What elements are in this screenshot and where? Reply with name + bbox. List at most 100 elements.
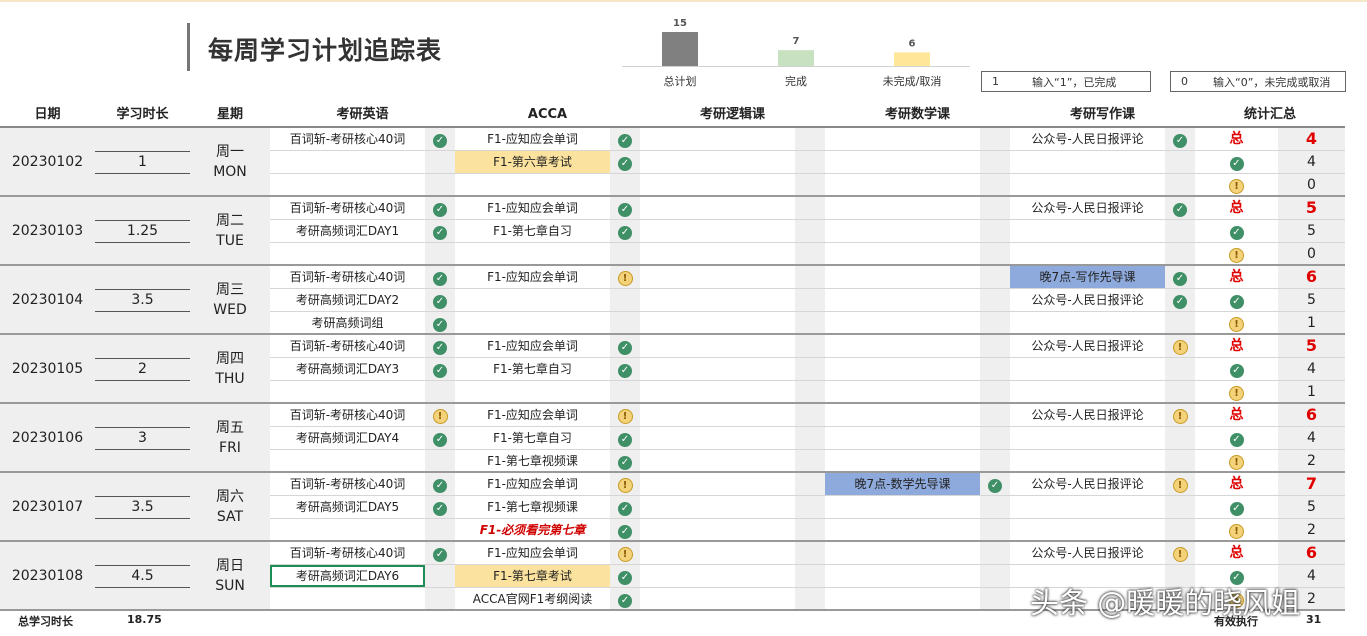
math-status-cell[interactable] [980,174,1010,196]
math-task-cell[interactable] [825,266,980,288]
math-task-cell[interactable] [825,427,980,449]
logic-task-cell[interactable] [640,358,795,380]
writing-status-cell[interactable] [1165,312,1195,334]
acca-status-cell[interactable]: ✓ [610,335,640,357]
writing-status-cell[interactable] [1165,427,1195,449]
writing-task-cell[interactable] [1010,450,1165,472]
writing-status-cell[interactable]: ! [1165,404,1195,426]
writing-task-cell[interactable] [1010,519,1165,541]
math-task-cell[interactable] [825,243,980,265]
logic-status-cell[interactable] [795,128,825,150]
writing-status-cell[interactable] [1165,174,1195,196]
math-task-cell[interactable] [825,358,980,380]
math-status-cell[interactable]: ✓ [980,473,1010,495]
logic-status-cell[interactable] [795,151,825,173]
math-status-cell[interactable] [980,197,1010,219]
english-status-cell[interactable]: ✓ [425,335,455,357]
english-status-cell[interactable]: ✓ [425,542,455,564]
math-status-cell[interactable] [980,381,1010,403]
acca-task-cell[interactable]: F1-应知应会单词 [455,404,610,426]
writing-task-cell[interactable]: 公众号-人民日报评论 [1010,473,1165,495]
writing-status-cell[interactable] [1165,358,1195,380]
writing-task-cell[interactable]: 公众号-人民日报评论 [1010,128,1165,150]
math-status-cell[interactable] [980,312,1010,334]
writing-task-cell[interactable]: 晚7点-写作先导课 [1010,266,1165,288]
math-task-cell[interactable] [825,128,980,150]
math-task-cell[interactable] [825,404,980,426]
math-status-cell[interactable] [980,588,1010,610]
acca-status-cell[interactable]: ! [610,542,640,564]
writing-status-cell[interactable] [1165,496,1195,518]
logic-task-cell[interactable] [640,542,795,564]
logic-task-cell[interactable] [640,266,795,288]
writing-status-cell[interactable] [1165,151,1195,173]
acca-status-cell[interactable] [610,289,640,311]
english-task-cell[interactable] [270,381,425,403]
writing-task-cell[interactable] [1010,358,1165,380]
acca-task-cell[interactable]: F1-应知应会单词 [455,128,610,150]
math-status-cell[interactable] [980,404,1010,426]
english-task-cell[interactable]: 百词斩-考研核心40词 [270,335,425,357]
hours-cell[interactable]: 3 [95,427,190,450]
logic-task-cell[interactable] [640,450,795,472]
acca-status-cell[interactable]: ! [610,404,640,426]
acca-task-cell[interactable] [455,174,610,196]
logic-status-cell[interactable] [795,289,825,311]
math-task-cell[interactable] [825,588,980,610]
acca-task-cell[interactable]: F1-第七章自习 [455,358,610,380]
acca-status-cell[interactable]: ! [610,266,640,288]
logic-status-cell[interactable] [795,243,825,265]
acca-task-cell[interactable]: F1-第七章视频课 [455,450,610,472]
english-status-cell[interactable]: ✓ [425,496,455,518]
hours-cell[interactable]: 1 [95,151,190,174]
writing-task-cell[interactable]: 公众号-人民日报评论 [1010,404,1165,426]
writing-status-cell[interactable] [1165,243,1195,265]
writing-status-cell[interactable]: ✓ [1165,266,1195,288]
writing-status-cell[interactable] [1165,220,1195,242]
english-status-cell[interactable] [425,450,455,472]
acca-status-cell[interactable] [610,243,640,265]
english-status-cell[interactable] [425,565,455,587]
logic-task-cell[interactable] [640,427,795,449]
hours-cell[interactable]: 3.5 [95,289,190,312]
writing-task-cell[interactable] [1010,312,1165,334]
logic-status-cell[interactable] [795,335,825,357]
logic-task-cell[interactable] [640,588,795,610]
math-task-cell[interactable] [825,519,980,541]
writing-status-cell[interactable] [1165,519,1195,541]
acca-status-cell[interactable]: ✓ [610,358,640,380]
logic-task-cell[interactable] [640,404,795,426]
acca-status-cell[interactable]: ✓ [610,450,640,472]
logic-status-cell[interactable] [795,565,825,587]
english-task-cell[interactable] [270,588,425,610]
logic-task-cell[interactable] [640,335,795,357]
math-status-cell[interactable] [980,519,1010,541]
acca-status-cell[interactable] [610,381,640,403]
acca-status-cell[interactable]: ✓ [610,427,640,449]
english-status-cell[interactable] [425,519,455,541]
english-task-cell[interactable] [270,450,425,472]
hours-cell[interactable]: 1.25 [95,220,190,243]
english-status-cell[interactable]: ✓ [425,358,455,380]
english-task-cell[interactable]: 百词斩-考研核心40词 [270,542,425,564]
acca-status-cell[interactable]: ✓ [610,151,640,173]
acca-status-cell[interactable]: ! [610,473,640,495]
acca-task-cell[interactable] [455,243,610,265]
acca-task-cell[interactable]: F1-应知应会单词 [455,266,610,288]
acca-task-cell[interactable]: F1-应知应会单词 [455,197,610,219]
logic-status-cell[interactable] [795,519,825,541]
english-status-cell[interactable]: ! [425,404,455,426]
acca-status-cell[interactable]: ✓ [610,197,640,219]
acca-task-cell[interactable]: F1-第七章考试 [455,565,610,587]
math-status-cell[interactable] [980,335,1010,357]
english-status-cell[interactable]: ✓ [425,128,455,150]
english-status-cell[interactable] [425,243,455,265]
english-task-cell[interactable] [270,243,425,265]
math-status-cell[interactable] [980,220,1010,242]
math-status-cell[interactable] [980,151,1010,173]
writing-task-cell[interactable] [1010,220,1165,242]
math-status-cell[interactable] [980,450,1010,472]
english-status-cell[interactable]: ✓ [425,220,455,242]
acca-task-cell[interactable]: F1-必须看完第七章 [455,519,610,541]
math-task-cell[interactable] [825,289,980,311]
